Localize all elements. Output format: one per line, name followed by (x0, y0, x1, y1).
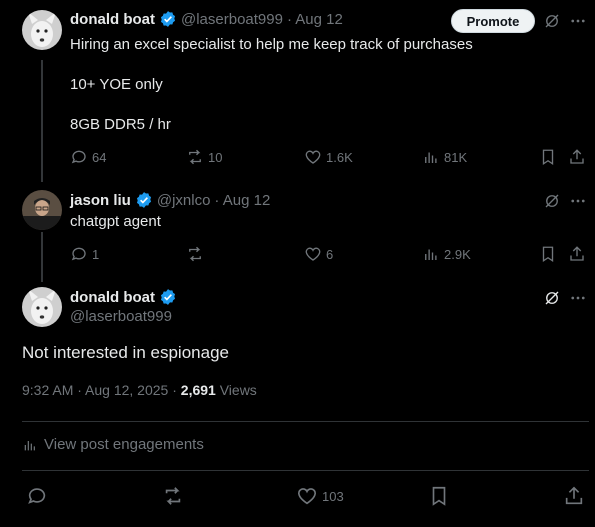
divider (22, 470, 589, 471)
like-button[interactable]: 103 (296, 485, 344, 507)
reply-icon (28, 488, 46, 504)
share-icon (565, 486, 583, 505)
heart-icon (297, 488, 317, 505)
tweet-text-line: 8GB DDR5 / hr (70, 116, 171, 133)
view-count: 81K (444, 149, 468, 165)
views-button[interactable]: 2.9K (422, 245, 471, 263)
view-count: 2,691 (180, 382, 216, 398)
like-count: 1.6K (326, 149, 353, 165)
thread-line (41, 232, 43, 282)
tweet-text: chatgpt agent (70, 213, 161, 230)
view-count: 2.9K (444, 246, 471, 262)
more-icon[interactable] (568, 11, 588, 31)
views-button[interactable]: 81K (422, 148, 467, 166)
post-date[interactable]: · Aug 12 (287, 11, 343, 28)
view-engagements-link[interactable]: View post engagements (22, 436, 204, 453)
reply-button[interactable] (26, 485, 48, 507)
main-handle-row: @laserboat999 (70, 308, 172, 325)
repost-button[interactable]: 10 (186, 148, 222, 166)
views-label: Views (219, 382, 257, 398)
post-date[interactable]: · Aug 12 (214, 192, 270, 209)
verified-badge-icon (160, 289, 176, 305)
grok-icon[interactable] (542, 191, 562, 211)
author-handle[interactable]: @laserboat999 (181, 11, 283, 28)
divider (22, 421, 589, 422)
tweet-actions: 1 6 2.9K (70, 245, 590, 265)
tweet-text-line: Hiring an excel specialist to help me ke… (70, 36, 473, 53)
author-handle[interactable]: @jxnlco (157, 192, 211, 209)
dog-avatar-icon (22, 10, 62, 50)
repost-icon (189, 246, 201, 262)
reply-count: 64 (92, 149, 107, 165)
bookmark-icon (542, 246, 554, 263)
promote-button[interactable]: Promote (451, 9, 535, 33)
thread-line (41, 60, 43, 182)
bookmark-button[interactable] (539, 148, 557, 166)
main-author-row: donald boat (70, 288, 177, 306)
share-button[interactable] (563, 485, 585, 507)
share-icon (570, 149, 584, 164)
heart-icon (305, 150, 321, 164)
repost-icon (165, 487, 181, 505)
verified-badge-icon (160, 11, 176, 27)
repost-icon (189, 149, 201, 165)
main-tweet-text: Not interested in espionage (22, 343, 229, 362)
like-count: 6 (326, 246, 334, 262)
analytics-icon (24, 440, 35, 450)
tweet-header: donald boat @laserboat999 · Aug 12 (70, 10, 343, 28)
like-count: 103 (322, 488, 344, 504)
reply-icon (71, 150, 86, 164)
reply-count: 1 (92, 246, 100, 262)
author-name[interactable]: donald boat (70, 11, 155, 28)
share-icon (570, 246, 584, 261)
reply-button[interactable]: 1 (70, 245, 99, 263)
avatar[interactable] (22, 287, 62, 327)
bookmark-button[interactable] (539, 245, 557, 263)
like-button[interactable]: 1.6K (304, 148, 353, 166)
like-button[interactable]: 6 (304, 245, 333, 263)
repost-button[interactable] (162, 485, 184, 507)
post-timestamp[interactable]: 9:32 AM · Aug 12, 2025 · (22, 382, 177, 398)
bookmark-icon (432, 486, 446, 506)
tweet-header: jason liu @jxnlco · Aug 12 (70, 191, 270, 209)
avatar[interactable] (22, 10, 62, 50)
engagements-label: View post engagements (44, 436, 204, 453)
author-handle[interactable]: @laserboat999 (70, 308, 172, 325)
main-actions: 103 (0, 485, 595, 509)
author-name[interactable]: donald boat (70, 289, 155, 306)
tweet-text-line: 10+ YOE only (70, 76, 163, 93)
more-icon[interactable] (568, 191, 588, 211)
more-icon[interactable] (568, 288, 588, 308)
avatar[interactable] (22, 190, 62, 230)
bookmark-button[interactable] (428, 485, 450, 507)
analytics-icon (425, 152, 437, 163)
share-button[interactable] (568, 245, 586, 263)
grok-icon[interactable] (542, 11, 562, 31)
reply-button[interactable]: 64 (70, 148, 106, 166)
author-name[interactable]: jason liu (70, 192, 131, 209)
verified-badge-icon (136, 192, 151, 208)
repost-count: 10 (208, 149, 223, 165)
person-avatar-icon (22, 190, 62, 230)
grok-icon[interactable] (542, 288, 562, 308)
dog-avatar-icon (22, 287, 62, 327)
analytics-icon (425, 249, 437, 260)
post-meta: 9:32 AM · Aug 12, 2025 · 2,691 Views (22, 382, 257, 398)
repost-button[interactable] (186, 245, 204, 263)
share-button[interactable] (568, 148, 586, 166)
tweet-actions: 64 10 1.6K 81K (70, 148, 590, 168)
reply-icon (71, 247, 86, 261)
bookmark-icon (542, 149, 554, 166)
heart-icon (305, 247, 321, 261)
